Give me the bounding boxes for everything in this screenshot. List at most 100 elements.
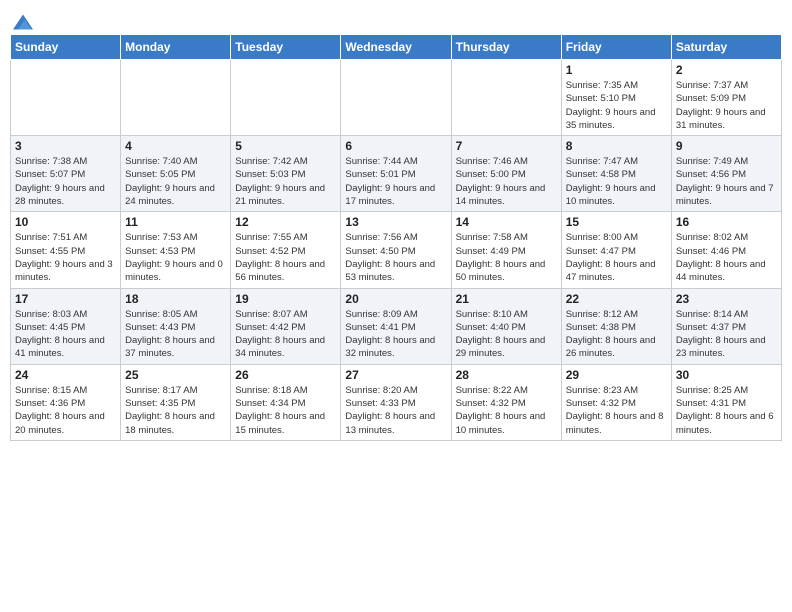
- day-info: Sunrise: 7:44 AM Sunset: 5:01 PM Dayligh…: [345, 155, 446, 208]
- calendar-cell: [451, 60, 561, 136]
- day-number: 26: [235, 368, 336, 382]
- day-number: 21: [456, 292, 557, 306]
- day-number: 20: [345, 292, 446, 306]
- calendar-cell: 19 Sunrise: 8:07 AM Sunset: 4:42 PM Dayli…: [231, 288, 341, 364]
- day-number: 1: [566, 63, 667, 77]
- day-info: Sunrise: 7:49 AM Sunset: 4:56 PM Dayligh…: [676, 155, 777, 208]
- day-number: 4: [125, 139, 226, 153]
- calendar-cell: 11 Sunrise: 7:53 AM Sunset: 4:53 PM Dayli…: [121, 212, 231, 288]
- day-number: 13: [345, 215, 446, 229]
- day-info: Sunrise: 8:12 AM Sunset: 4:38 PM Dayligh…: [566, 308, 667, 361]
- calendar-cell: 24 Sunrise: 8:15 AM Sunset: 4:36 PM Dayli…: [11, 364, 121, 440]
- day-info: Sunrise: 8:09 AM Sunset: 4:41 PM Dayligh…: [345, 308, 446, 361]
- day-number: 29: [566, 368, 667, 382]
- calendar-cell: 10Sunrise: 7:51 AM Sunset: 4:55 PM Dayli…: [11, 212, 121, 288]
- calendar-cell: 12Sunrise: 7:55 AM Sunset: 4:52 PM Dayli…: [231, 212, 341, 288]
- day-info: Sunrise: 7:42 AM Sunset: 5:03 PM Dayligh…: [235, 155, 336, 208]
- day-info: Sunrise: 7:55 AM Sunset: 4:52 PM Dayligh…: [235, 231, 336, 284]
- day-info: Sunrise: 8:15 AM Sunset: 4:36 PM Dayligh…: [15, 384, 116, 437]
- day-number: 16: [676, 215, 777, 229]
- day-info: Sunrise: 8:20 AM Sunset: 4:33 PM Dayligh…: [345, 384, 446, 437]
- day-number: 24: [15, 368, 116, 382]
- day-info: Sunrise: 7:46 AM Sunset: 5:00 PM Dayligh…: [456, 155, 557, 208]
- calendar-cell: 17 Sunrise: 8:03 AM Sunset: 4:45 PM Dayli…: [11, 288, 121, 364]
- page-header: [10, 10, 782, 28]
- calendar-cell: 8 Sunrise: 7:47 AM Sunset: 4:58 PM Daylig…: [561, 136, 671, 212]
- calendar-week-row: 24 Sunrise: 8:15 AM Sunset: 4:36 PM Dayli…: [11, 364, 782, 440]
- logo-icon: [13, 12, 33, 32]
- calendar-cell: 30Sunrise: 8:25 AM Sunset: 4:31 PM Dayli…: [671, 364, 781, 440]
- calendar-cell: 15 Sunrise: 8:00 AM Sunset: 4:47 PM Dayli…: [561, 212, 671, 288]
- day-number: 19: [235, 292, 336, 306]
- day-info: Sunrise: 8:10 AM Sunset: 4:40 PM Dayligh…: [456, 308, 557, 361]
- day-info: Sunrise: 7:47 AM Sunset: 4:58 PM Dayligh…: [566, 155, 667, 208]
- calendar-week-row: 3 Sunrise: 7:38 AM Sunset: 5:07 PM Daylig…: [11, 136, 782, 212]
- day-info: Sunrise: 8:23 AM Sunset: 4:32 PM Dayligh…: [566, 384, 667, 437]
- day-number: 10: [15, 215, 116, 229]
- weekday-header: Friday: [561, 35, 671, 60]
- day-info: Sunrise: 7:40 AM Sunset: 5:05 PM Dayligh…: [125, 155, 226, 208]
- weekday-header: Wednesday: [341, 35, 451, 60]
- calendar-cell: 25 Sunrise: 8:17 AM Sunset: 4:35 PM Dayli…: [121, 364, 231, 440]
- calendar-week-row: 1 Sunrise: 7:35 AM Sunset: 5:10 PM Daylig…: [11, 60, 782, 136]
- calendar-cell: 22 Sunrise: 8:12 AM Sunset: 4:38 PM Dayli…: [561, 288, 671, 364]
- weekday-header: Tuesday: [231, 35, 341, 60]
- calendar-cell: 14 Sunrise: 7:58 AM Sunset: 4:49 PM Dayli…: [451, 212, 561, 288]
- day-info: Sunrise: 8:22 AM Sunset: 4:32 PM Dayligh…: [456, 384, 557, 437]
- day-info: Sunrise: 7:35 AM Sunset: 5:10 PM Dayligh…: [566, 79, 667, 132]
- day-info: Sunrise: 7:53 AM Sunset: 4:53 PM Dayligh…: [125, 231, 226, 284]
- calendar-cell: 16 Sunrise: 8:02 AM Sunset: 4:46 PM Dayli…: [671, 212, 781, 288]
- calendar-cell: 3 Sunrise: 7:38 AM Sunset: 5:07 PM Daylig…: [11, 136, 121, 212]
- calendar-cell: 28Sunrise: 8:22 AM Sunset: 4:32 PM Dayli…: [451, 364, 561, 440]
- day-info: Sunrise: 7:38 AM Sunset: 5:07 PM Dayligh…: [15, 155, 116, 208]
- day-number: 25: [125, 368, 226, 382]
- calendar-cell: 27 Sunrise: 8:20 AM Sunset: 4:33 PM Dayli…: [341, 364, 451, 440]
- calendar-cell: 7 Sunrise: 7:46 AM Sunset: 5:00 PM Daylig…: [451, 136, 561, 212]
- day-number: 22: [566, 292, 667, 306]
- day-info: Sunrise: 8:07 AM Sunset: 4:42 PM Dayligh…: [235, 308, 336, 361]
- day-info: Sunrise: 7:56 AM Sunset: 4:50 PM Dayligh…: [345, 231, 446, 284]
- day-info: Sunrise: 8:05 AM Sunset: 4:43 PM Dayligh…: [125, 308, 226, 361]
- day-info: Sunrise: 7:37 AM Sunset: 5:09 PM Dayligh…: [676, 79, 777, 132]
- calendar-week-row: 17 Sunrise: 8:03 AM Sunset: 4:45 PM Dayli…: [11, 288, 782, 364]
- calendar-cell: 13 Sunrise: 7:56 AM Sunset: 4:50 PM Dayli…: [341, 212, 451, 288]
- day-number: 6: [345, 139, 446, 153]
- day-info: Sunrise: 8:02 AM Sunset: 4:46 PM Dayligh…: [676, 231, 777, 284]
- calendar-header-row: SundayMondayTuesdayWednesdayThursdayFrid…: [11, 35, 782, 60]
- calendar-cell: [341, 60, 451, 136]
- calendar-cell: 9 Sunrise: 7:49 AM Sunset: 4:56 PM Daylig…: [671, 136, 781, 212]
- calendar-cell: 1 Sunrise: 7:35 AM Sunset: 5:10 PM Daylig…: [561, 60, 671, 136]
- day-info: Sunrise: 8:03 AM Sunset: 4:45 PM Dayligh…: [15, 308, 116, 361]
- day-number: 27: [345, 368, 446, 382]
- logo: [10, 14, 33, 28]
- day-info: Sunrise: 8:18 AM Sunset: 4:34 PM Dayligh…: [235, 384, 336, 437]
- calendar-cell: 6 Sunrise: 7:44 AM Sunset: 5:01 PM Daylig…: [341, 136, 451, 212]
- day-info: Sunrise: 7:58 AM Sunset: 4:49 PM Dayligh…: [456, 231, 557, 284]
- weekday-header: Saturday: [671, 35, 781, 60]
- day-number: 11: [125, 215, 226, 229]
- day-number: 8: [566, 139, 667, 153]
- day-number: 18: [125, 292, 226, 306]
- day-number: 2: [676, 63, 777, 77]
- calendar-cell: 26 Sunrise: 8:18 AM Sunset: 4:34 PM Dayli…: [231, 364, 341, 440]
- calendar-cell: [231, 60, 341, 136]
- day-number: 9: [676, 139, 777, 153]
- weekday-header: Sunday: [11, 35, 121, 60]
- day-number: 7: [456, 139, 557, 153]
- calendar-cell: 4 Sunrise: 7:40 AM Sunset: 5:05 PM Daylig…: [121, 136, 231, 212]
- day-info: Sunrise: 8:14 AM Sunset: 4:37 PM Dayligh…: [676, 308, 777, 361]
- calendar-table: SundayMondayTuesdayWednesdayThursdayFrid…: [10, 34, 782, 441]
- calendar-cell: [121, 60, 231, 136]
- day-number: 14: [456, 215, 557, 229]
- day-info: Sunrise: 8:17 AM Sunset: 4:35 PM Dayligh…: [125, 384, 226, 437]
- day-number: 23: [676, 292, 777, 306]
- calendar-cell: 18 Sunrise: 8:05 AM Sunset: 4:43 PM Dayli…: [121, 288, 231, 364]
- day-number: 3: [15, 139, 116, 153]
- calendar-week-row: 10Sunrise: 7:51 AM Sunset: 4:55 PM Dayli…: [11, 212, 782, 288]
- weekday-header: Thursday: [451, 35, 561, 60]
- calendar-cell: 21 Sunrise: 8:10 AM Sunset: 4:40 PM Dayli…: [451, 288, 561, 364]
- day-info: Sunrise: 8:00 AM Sunset: 4:47 PM Dayligh…: [566, 231, 667, 284]
- day-number: 17: [15, 292, 116, 306]
- day-info: Sunrise: 8:25 AM Sunset: 4:31 PM Dayligh…: [676, 384, 777, 437]
- day-number: 15: [566, 215, 667, 229]
